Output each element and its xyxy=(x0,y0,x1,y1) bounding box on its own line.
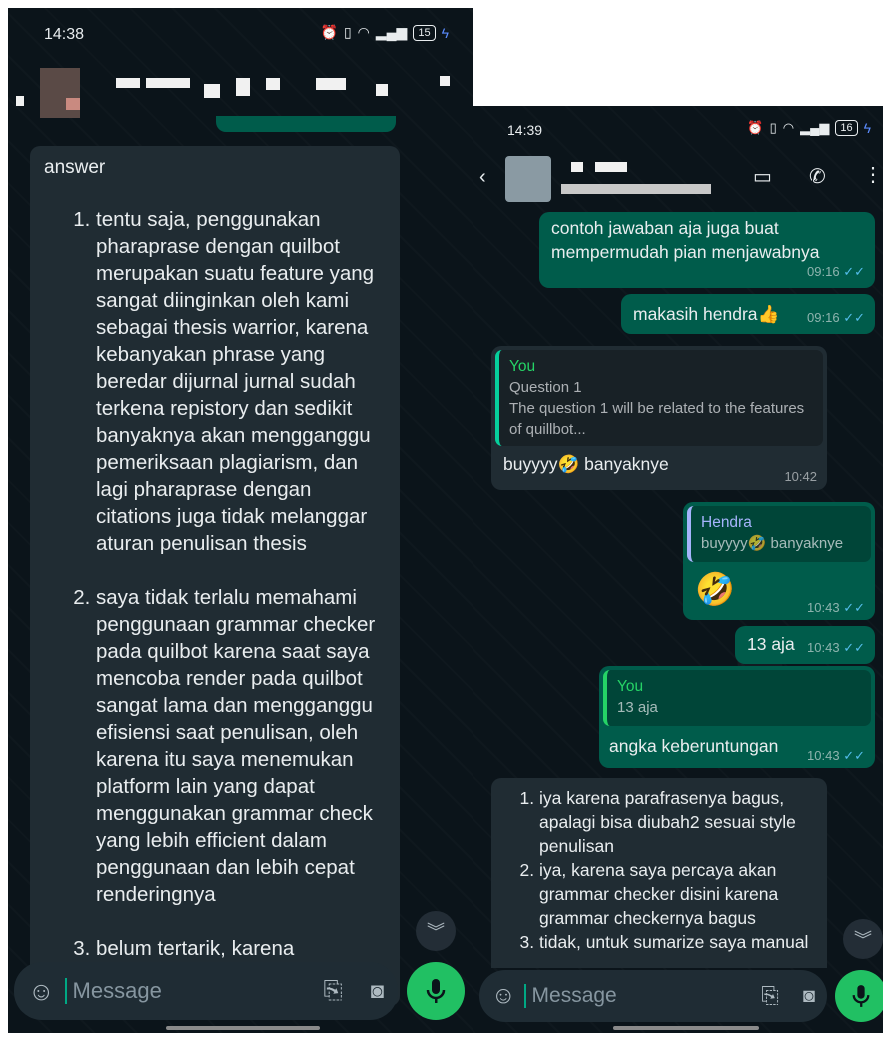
wifi-icon: ◠ xyxy=(782,120,795,135)
quoted-line: The question 1 will be related to the fe… xyxy=(509,400,805,438)
message-time: 10:42 xyxy=(784,469,817,484)
text-cursor xyxy=(523,984,526,1008)
message-time: 10:43 ✓✓ xyxy=(807,640,865,655)
vibrate-icon: ▯ xyxy=(769,120,777,135)
video-call-icon[interactable]: ▭ xyxy=(753,164,772,189)
quoted-message[interactable]: You Question 1 The question 1 will be re… xyxy=(495,350,823,446)
message-time: 09:16 ✓✓ xyxy=(807,310,865,325)
charging-icon: ϟ xyxy=(441,24,449,41)
message-bubble-outgoing-reply[interactable]: You 13 aja angka keberuntungan 10:43 ✓✓ xyxy=(599,666,875,768)
message-input-bar[interactable]: ☺ Message ⎘ ◙ xyxy=(14,962,398,1020)
back-arrow-icon[interactable]: ‹ xyxy=(479,166,486,189)
read-receipt-icon: ✓✓ xyxy=(843,310,865,325)
battery-icon: 16 xyxy=(835,120,858,136)
list-item: tentu saja, penggunakan pharaprase denga… xyxy=(96,206,386,557)
message-text: 13 aja xyxy=(747,634,795,654)
laughing-emoji: 🤣 xyxy=(695,571,735,607)
status-time: 14:39 xyxy=(507,122,543,138)
emoji-icon[interactable]: ☺ xyxy=(491,982,516,1010)
camera-icon[interactable]: ◙ xyxy=(803,985,815,1008)
answer-list: tentu saja, penggunakan pharaprase denga… xyxy=(44,206,386,962)
quoted-sender: You xyxy=(617,678,644,695)
previous-message-bubble[interactable] xyxy=(216,116,396,132)
quoted-sender: You xyxy=(509,358,536,375)
message-bubble-outgoing[interactable]: makasih hendra👍 09:16 ✓✓ xyxy=(621,294,875,334)
status-time: 14:38 xyxy=(44,26,85,43)
list-item: iya, karena saya percaya akan grammar ch… xyxy=(539,858,815,930)
microphone-icon xyxy=(426,979,446,1003)
message-text: makasih hendra xyxy=(633,304,758,324)
answer-title: answer xyxy=(44,157,106,178)
home-indicator[interactable] xyxy=(166,1026,320,1030)
read-receipt-icon: ✓✓ xyxy=(843,640,865,655)
status-icons: ⏰ ▯ ◠ ▂▄▆ 16 ϟ xyxy=(747,120,871,136)
message-bubble-outgoing-reply[interactable]: Hendra buyyyy🤣 banyaknye 🤣 10:43 ✓✓ xyxy=(683,502,875,620)
message-time: 10:43 ✓✓ xyxy=(807,600,865,615)
signal-icon: ▂▄▆ xyxy=(800,120,830,135)
quoted-message[interactable]: You 13 aja xyxy=(603,670,871,726)
vibrate-icon: ▯ xyxy=(343,24,352,40)
message-input[interactable]: Message xyxy=(73,978,324,1004)
alarm-icon: ⏰ xyxy=(747,120,764,135)
voice-call-icon[interactable]: ✆ xyxy=(809,164,826,189)
chat-header-redacted[interactable] xyxy=(8,58,473,118)
message-text: angka keberuntungan xyxy=(609,736,779,756)
quoted-message[interactable]: Hendra buyyyy🤣 banyaknye xyxy=(687,506,871,562)
list-item: iya karena parafrasenya bagus, apalagi b… xyxy=(539,786,815,858)
avatar[interactable] xyxy=(505,156,551,202)
read-receipt-icon: ✓✓ xyxy=(843,264,865,279)
scroll-down-button[interactable]: ︾ xyxy=(416,911,456,951)
message-bubble-outgoing[interactable]: 13 aja 10:43 ✓✓ xyxy=(735,626,875,664)
list-item: saya tidak terlalu memahami penggunaan g… xyxy=(96,584,386,908)
message-input-bar[interactable]: ☺ Message ⎘ ◙ xyxy=(479,970,827,1022)
microphone-icon xyxy=(852,985,870,1007)
attach-icon[interactable]: ⎘ xyxy=(761,983,779,1009)
more-options-icon[interactable]: ⋮ xyxy=(863,162,883,187)
answer-list: iya karena parafrasenya bagus, apalagi b… xyxy=(503,786,815,954)
quoted-line: 13 aja xyxy=(617,699,658,716)
voice-message-button[interactable] xyxy=(835,970,883,1022)
quoted-line: Question 1 xyxy=(509,379,582,396)
list-item: tidak, untuk sumarize saya manual xyxy=(539,930,815,954)
voice-message-button[interactable] xyxy=(407,962,465,1020)
emoji-icon[interactable]: ☺ xyxy=(28,976,55,1007)
message-time: 10:43 ✓✓ xyxy=(807,748,865,763)
message-text: contoh jawaban aja juga buat mempermudah… xyxy=(551,218,820,262)
avatar[interactable] xyxy=(40,68,80,118)
text-cursor xyxy=(64,978,67,1004)
home-indicator[interactable] xyxy=(613,1026,759,1030)
left-chat-screen: 14:38 ⏰ ▯ ◠ ▂▄▆ 15 ϟ answer tentu saja, … xyxy=(8,8,473,1033)
chevron-double-down-icon: ︾ xyxy=(427,922,445,942)
answer-message-bubble[interactable]: answer tentu saja, penggunakan pharapras… xyxy=(30,146,400,1006)
message-text: buyyyy🤣 banyaknye xyxy=(503,454,669,474)
contact-name-redacted[interactable] xyxy=(561,184,711,194)
laughing-emoji: 🤣 xyxy=(557,454,580,474)
message-bubble-incoming-reply[interactable]: You Question 1 The question 1 will be re… xyxy=(491,346,827,490)
attach-icon[interactable]: ⎘ xyxy=(324,977,343,1005)
read-receipt-icon: ✓✓ xyxy=(843,600,865,615)
status-icons: ⏰ ▯ ◠ ▂▄▆ 15 ϟ xyxy=(320,24,449,41)
list-item: belum tertarik, karena xyxy=(96,935,386,962)
message-bubble-outgoing[interactable]: contoh jawaban aja juga buat mempermudah… xyxy=(539,212,875,288)
right-chat-screen: 14:39 ⏰ ▯ ◠ ▂▄▆ 16 ϟ ‹ ▭ ✆ ⋮ contoh jawa… xyxy=(473,106,883,1033)
message-input[interactable]: Message xyxy=(532,984,762,1008)
quoted-sender: Hendra xyxy=(701,514,752,531)
scroll-down-button[interactable]: ︾ xyxy=(843,919,883,959)
battery-icon: 15 xyxy=(413,24,436,41)
chevron-double-down-icon: ︾ xyxy=(854,930,872,950)
status-bar: 14:38 ⏰ ▯ ◠ ▂▄▆ 15 ϟ xyxy=(8,8,473,54)
wifi-icon: ◠ xyxy=(357,24,370,40)
quoted-line: buyyyy🤣 banyaknye xyxy=(701,535,844,552)
chat-header: ‹ ▭ ✆ ⋮ xyxy=(473,150,883,210)
alarm-icon: ⏰ xyxy=(320,24,338,40)
camera-icon[interactable]: ◙ xyxy=(371,978,384,1004)
read-receipt-icon: ✓✓ xyxy=(843,748,865,763)
status-bar: 14:39 ⏰ ▯ ◠ ▂▄▆ 16 ϟ xyxy=(473,106,883,152)
signal-icon: ▂▄▆ xyxy=(375,24,408,40)
message-time: 09:16 ✓✓ xyxy=(807,264,865,279)
message-bubble-incoming[interactable]: iya karena parafrasenya bagus, apalagi b… xyxy=(491,778,827,968)
charging-icon: ϟ xyxy=(863,120,871,136)
thumbs-up-emoji: 👍 xyxy=(757,304,780,324)
